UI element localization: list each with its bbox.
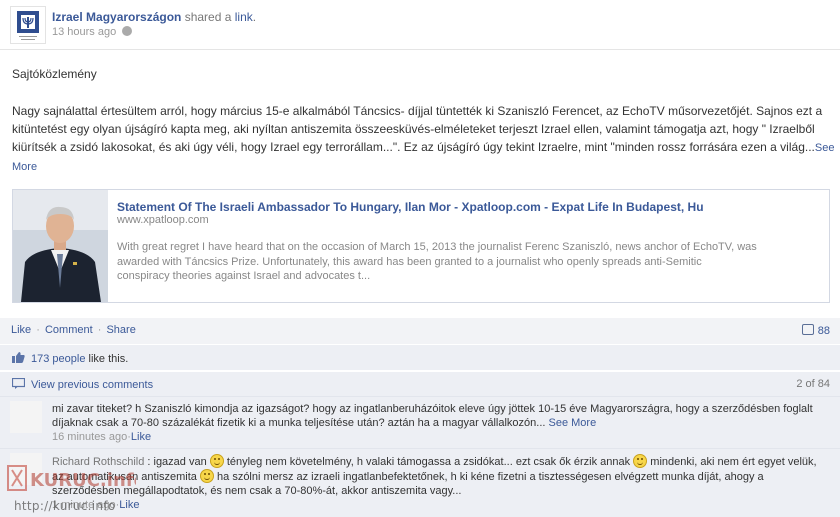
post-body-text: Nagy sajnálattal értesültem arról, hogy … [12, 104, 823, 154]
attachment-description: With great regret I have heard that on t… [117, 241, 757, 282]
comments-count-link[interactable]: 88 [801, 324, 830, 337]
comment-like-link[interactable]: Like [119, 499, 139, 511]
post-timestamp[interactable]: 13 hours ago [52, 26, 116, 38]
comment-body-part: tényleg nem követelmény, h valaki támoga… [223, 456, 634, 468]
comment-time[interactable]: 16 minutes ago [52, 431, 127, 443]
thumbs-up-icon [12, 352, 25, 363]
post-header: Izrael Magyarországon shared a link. 13 … [0, 0, 840, 50]
poster-name[interactable]: Izrael Magyarországon [52, 10, 181, 24]
like-button[interactable]: Like [11, 324, 31, 336]
comment-text: mi zavar titeket? h Szaniszló kimondja a… [52, 402, 828, 444]
comment-body-part: : igazad van [144, 456, 210, 468]
kuruc-watermark-logo: KURUC.info [7, 465, 136, 491]
action-end: . [252, 10, 257, 24]
likes-summary: 173 people like this. [0, 344, 840, 370]
attachment-url: www.xpatloop.com [117, 214, 209, 226]
comment-button[interactable]: Comment [45, 324, 93, 336]
separator: · [97, 324, 102, 336]
likes-suffix: like this. [85, 353, 129, 365]
comment-body: mi zavar titeket? h Szaniszló kimondja a… [52, 403, 813, 429]
comment-text: Richard Rothschild : igazad van tényleg … [52, 454, 828, 512]
comments-count: 88 [817, 325, 830, 337]
watermark-url: http://kuruc.info [14, 499, 116, 513]
poster-line: Izrael Magyarországon shared a link. [52, 10, 256, 24]
view-previous-comments-link[interactable]: View previous comments [31, 379, 153, 391]
smiley-icon [199, 469, 214, 483]
ambassador-photo[interactable] [13, 190, 108, 302]
post-title: Sajtóközlemény [12, 67, 97, 81]
post-action-bar: Like · Comment · Share 88 [0, 318, 840, 344]
comment-page-count: 2 of 84 [796, 378, 830, 390]
smiley-icon [633, 454, 648, 468]
comment-item: mi zavar titeket? h Szaniszló kimondja a… [0, 396, 840, 448]
shared-link[interactable]: link [235, 10, 253, 24]
page-avatar[interactable] [10, 6, 46, 44]
commenter-avatar[interactable] [10, 401, 42, 433]
ambassador-photo-image [13, 190, 108, 302]
action-text: shared a [181, 10, 235, 24]
separator: · [36, 324, 40, 336]
attachment-title[interactable]: Statement Of The Israeli Ambassador To H… [117, 200, 704, 214]
watermark-logo-text: KURUC.info [30, 470, 136, 491]
likes-count-link[interactable]: 173 people [31, 353, 85, 365]
menorah-emblem-icon [17, 11, 39, 40]
comment-bubble-icon [801, 324, 814, 335]
comment-see-more-link[interactable]: See More [549, 417, 597, 429]
share-button[interactable]: Share [106, 324, 135, 336]
globe-icon [122, 26, 133, 36]
link-attachment[interactable]: Statement Of The Israeli Ambassador To H… [12, 189, 830, 303]
view-previous-row: View previous comments 2 of 84 [0, 371, 840, 396]
post-body: Nagy sajnálattal értesültem arról, hogy … [12, 102, 836, 176]
smiley-icon [209, 454, 224, 468]
comments-icon [12, 378, 25, 389]
post-meta: 13 hours ago [52, 26, 133, 38]
comment-like-link[interactable]: Like [131, 431, 151, 443]
